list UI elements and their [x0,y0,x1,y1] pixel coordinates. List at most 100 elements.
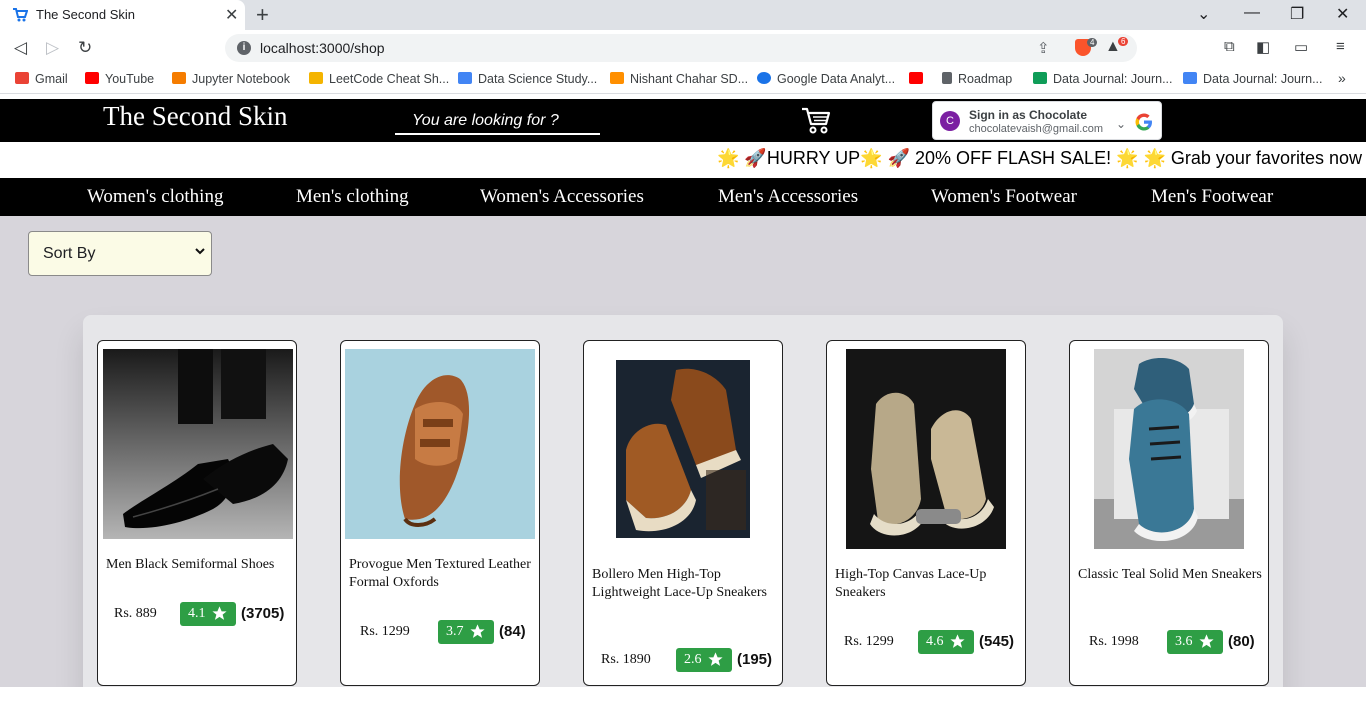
notebook-icon [172,72,186,84]
nav-womens-footwear[interactable]: Women's Footwear [931,186,1077,208]
wallet-icon[interactable]: ▭ [1294,38,1308,56]
site-info-icon[interactable]: i [237,41,251,55]
bookmark-youtube[interactable]: YouTube [85,72,154,86]
product-card[interactable]: High-Top Canvas Lace-Up Sneakers Rs. 129… [826,340,1026,686]
nav-womens-accessories[interactable]: Women's Accessories [480,186,644,208]
product-price: Rs. 1998 [1089,634,1139,649]
course-icon [610,72,624,84]
back-icon[interactable]: ◁ [14,38,27,58]
category-nav: Women's clothing Men's clothing Women's … [0,178,1366,216]
rocket-icon [942,72,952,84]
docs-icon [458,72,472,84]
rating-count: (84) [499,623,526,640]
rewards-badge: 6 [1118,37,1129,46]
product-card[interactable]: Bollero Men High-Top Lightweight Lace-Up… [583,340,783,686]
search-input[interactable] [395,108,600,133]
rating-value: 4.6 [926,634,944,649]
google-sign-in-label: Sign in as Chocolate [969,108,1088,122]
sort-by-select[interactable]: Sort By [28,231,212,276]
browser-tab-active[interactable]: The Second Skin ✕ [0,0,245,30]
chevron-down-icon [195,248,205,255]
rating-badge: 2.6 [676,648,732,672]
brand-logo[interactable]: The Second Skin [103,101,287,132]
bookmark-youtube-2[interactable] [909,72,929,86]
sidebar-icon[interactable]: ◧ [1256,38,1270,56]
product-card[interactable]: Provogue Men Textured Leather Formal Oxf… [340,340,540,686]
product-card[interactable]: Men Black Semiformal Shoes Rs. 889 4.1 (… [97,340,297,686]
product-price: Rs. 1299 [844,634,894,649]
bookmark-data-science[interactable]: Data Science Study... [458,72,597,86]
url-text[interactable]: localhost:3000/shop [260,40,385,56]
flash-sale-banner: 🌟 🚀HURRY UP🌟 🚀 20% OFF FLASH SALE! 🌟 🌟 G… [0,142,1366,178]
nav-mens-footwear[interactable]: Men's Footwear [1151,186,1273,208]
product-name[interactable]: Bollero Men High-Top Lightweight Lace-Up… [592,566,776,602]
extensions-icon[interactable]: ⧉ [1224,38,1235,55]
star-icon [1199,634,1214,648]
flash-sale-text: 🌟 🚀HURRY UP🌟 🚀 20% OFF FLASH SALE! 🌟 🌟 G… [717,148,1362,168]
product-name[interactable]: High-Top Canvas Lace-Up Sneakers [835,566,1019,602]
cart-icon[interactable] [800,105,832,135]
star-icon [470,624,485,638]
minimize-icon[interactable]: — [1244,4,1260,22]
product-image-canvas-sneakers[interactable] [846,349,1006,549]
crown-icon [309,72,323,84]
bookmarks-bar: Gmail YouTube Jupyter Notebook LeetCode … [0,66,1366,94]
rating-value: 3.6 [1175,634,1193,649]
product-image-brown-high-top[interactable] [616,360,750,538]
product-name[interactable]: Provogue Men Textured Leather Formal Oxf… [349,556,533,592]
nav-mens-clothing[interactable]: Men's clothing [296,186,409,208]
product-price: Rs. 889 [114,606,157,621]
rating-badge: 4.1 [180,602,236,626]
reload-icon[interactable]: ↻ [78,38,92,58]
product-image-black-shoe[interactable] [103,349,293,539]
browser-tab-strip: The Second Skin ✕ + ⌄ — ❐ ✕ [0,0,1366,30]
share-icon[interactable]: ⇪ [1037,39,1050,57]
restore-icon[interactable]: ❐ [1290,4,1304,24]
window-close-icon[interactable]: ✕ [1336,4,1349,24]
bookmark-data-journal-2[interactable]: Data Journal: Journ... [1183,72,1323,86]
chevron-down-icon: ⌄ [1116,117,1127,131]
bookmark-jupyter[interactable]: Jupyter Notebook [172,72,290,86]
bookmark-gmail[interactable]: Gmail [15,72,68,86]
shop-page: The Second Skin C Sign in as Chocolate c… [0,99,1366,687]
menu-icon[interactable]: ≡ [1336,38,1345,55]
product-image-brown-sandal[interactable] [345,349,535,539]
google-sign-in-card[interactable]: C Sign in as Chocolate chocolatevaish@gm… [932,101,1162,140]
tab-title: The Second Skin [36,7,136,22]
search-box[interactable] [395,108,600,135]
page-bottom-area [0,687,1366,719]
forward-icon[interactable]: ▷ [46,38,59,58]
tab-search-chevron-icon[interactable]: ⌄ [1197,4,1210,24]
product-name[interactable]: Classic Teal Solid Men Sneakers [1078,566,1262,584]
bookmark-roadmap[interactable]: Roadmap [942,72,1012,86]
address-bar[interactable]: i localhost:3000/shop ⇪ 4 ▲ 6 [225,34,1137,62]
site-header: The Second Skin C Sign in as Chocolate c… [0,99,1366,142]
bookmark-google-data[interactable]: Google Data Analyt... [757,72,895,86]
rating-count: (195) [737,651,773,668]
brave-badge: 4 [1087,38,1098,47]
product-image-teal-sneakers[interactable] [1094,349,1244,549]
rating-value: 2.6 [684,652,702,667]
product-name[interactable]: Men Black Semiformal Shoes [106,556,290,574]
product-price: Rs. 1299 [360,624,410,639]
product-card[interactable]: Classic Teal Solid Men Sneakers Rs. 1998… [1069,340,1269,686]
bookmark-leetcode[interactable]: LeetCode Cheat Sh... [309,72,449,86]
youtube-icon [909,72,923,84]
tab-close-icon[interactable]: ✕ [225,5,238,25]
new-tab-icon[interactable]: + [256,2,269,28]
docs-icon [1183,72,1197,84]
star-icon [708,652,723,666]
nav-mens-accessories[interactable]: Men's Accessories [718,186,858,208]
product-grid: Men Black Semiformal Shoes Rs. 889 4.1 (… [83,315,1283,687]
bookmark-nishant[interactable]: Nishant Chahar SD... [610,72,748,86]
star-icon [212,606,227,620]
rating-badge: 3.6 [1167,630,1223,654]
browser-toolbar: ◁ ▷ ↻ i localhost:3000/shop ⇪ 4 ▲ 6 ⧉ ◧ … [0,30,1366,66]
cart-favicon-icon [13,8,28,22]
more-bookmarks-icon[interactable]: » [1338,70,1346,86]
bookmark-data-journal-1[interactable]: Data Journal: Journ... [1033,72,1173,86]
nav-womens-clothing[interactable]: Women's clothing [87,186,223,208]
rating-count: (80) [1228,633,1255,650]
product-price: Rs. 1890 [601,652,651,667]
youtube-icon [85,72,99,84]
